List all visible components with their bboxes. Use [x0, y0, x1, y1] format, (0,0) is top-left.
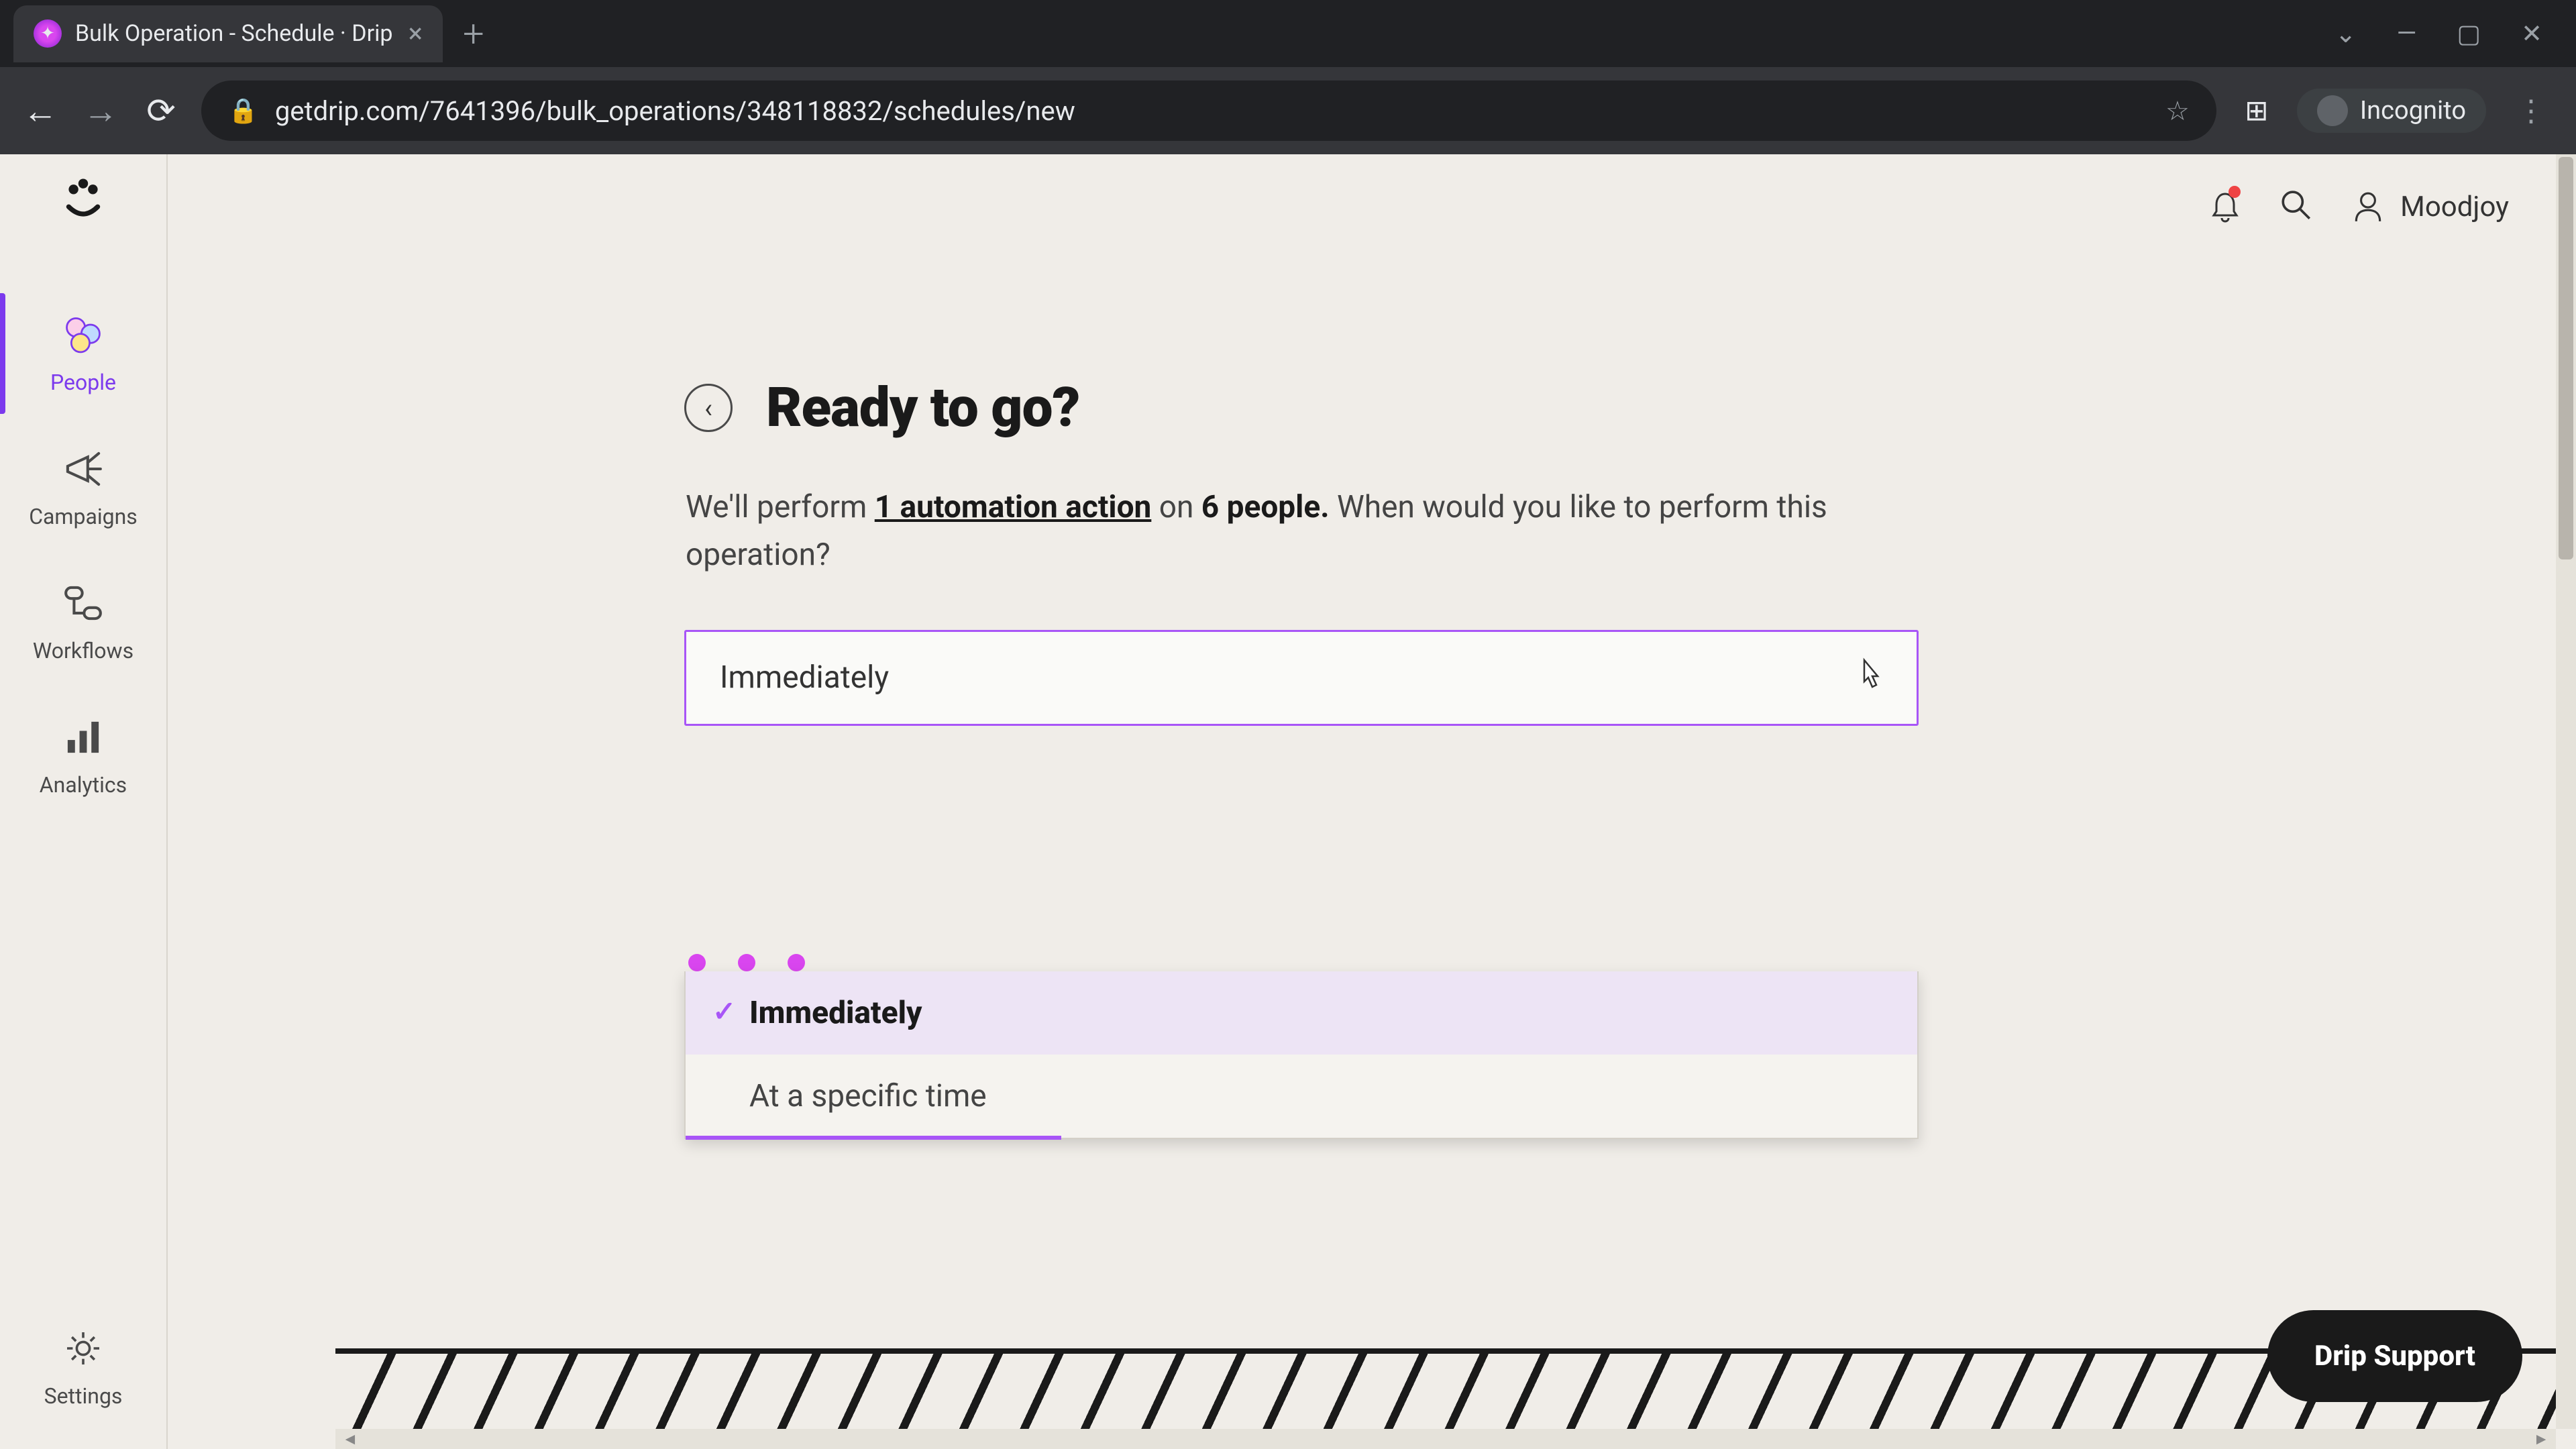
content: ‹ Ready to go? We'll perform 1 automatio… — [684, 376, 1919, 971]
incognito-badge[interactable]: Incognito — [2297, 89, 2486, 133]
progress-indicator — [686, 1136, 1061, 1140]
check-icon: ✓ — [712, 995, 736, 1028]
tab-bar: ✦ Bulk Operation - Schedule · Drip × + ⌄… — [0, 0, 2576, 67]
scroll-left-icon[interactable]: ◄ — [342, 1430, 358, 1449]
topbar: Moodjoy — [2208, 188, 2509, 225]
chrome-menu-icon[interactable]: ⋮ — [2506, 93, 2556, 128]
option-immediately[interactable]: ✓ Immediately — [686, 971, 1917, 1055]
new-tab-button[interactable]: + — [463, 11, 484, 56]
chevron-left-icon: ‹ — [704, 392, 712, 424]
people-count: 6 people. — [1201, 489, 1330, 525]
minimize-icon[interactable]: — — [2397, 19, 2417, 48]
lock-icon: 🔒 — [228, 97, 258, 125]
window-controls: ⌄ — ▢ ✕ — [2335, 19, 2563, 49]
back-nav-icon[interactable]: ← — [20, 91, 60, 131]
cursor-icon — [1854, 657, 1883, 698]
scroll-right-icon[interactable]: ► — [2533, 1430, 2549, 1449]
drip-logo-icon[interactable] — [59, 178, 107, 226]
option-label: Immediately — [749, 995, 922, 1031]
schedule-options: ✓ Immediately At a specific time — [684, 971, 1919, 1139]
schedule-dropdown: Immediately ✓ Immediately At a specific … — [684, 630, 1919, 971]
maximize-icon[interactable]: ▢ — [2457, 19, 2481, 49]
reload-icon[interactable]: ⟳ — [141, 91, 181, 131]
sidebar-item-analytics[interactable]: Analytics — [0, 689, 166, 823]
vertical-scrollbar[interactable] — [2556, 154, 2576, 1429]
step-dot — [788, 954, 805, 971]
forward-nav-icon: → — [80, 91, 121, 131]
notifications-button[interactable] — [2208, 190, 2242, 223]
sidebar-item-people[interactable]: People — [0, 286, 166, 421]
horizontal-scrollbar[interactable]: ◄ ► — [335, 1429, 2556, 1449]
option-specific-time[interactable]: At a specific time — [686, 1055, 1917, 1138]
search-button[interactable] — [2279, 188, 2314, 225]
workflows-icon — [60, 580, 106, 626]
sidebar: People Campaigns Workflows Analytics — [0, 154, 168, 1449]
decorative-footer — [335, 1348, 2576, 1429]
gear-icon — [60, 1326, 106, 1371]
page-title: Ready to go? — [766, 376, 1079, 440]
schedule-select[interactable]: Immediately — [684, 630, 1919, 726]
url-text: getdrip.com/7641396/bulk_operations/3481… — [275, 95, 1075, 127]
address-row: ← → ⟳ 🔒 getdrip.com/7641396/bulk_operati… — [0, 67, 2576, 154]
main-area: Moodjoy ‹ Ready to go? We'll perform 1 a… — [168, 154, 2576, 1449]
page-header: ‹ Ready to go? — [684, 376, 1919, 440]
address-bar[interactable]: 🔒 getdrip.com/7641396/bulk_operations/34… — [201, 80, 2216, 141]
sidebar-item-label: Workflows — [33, 638, 133, 663]
back-button[interactable]: ‹ — [684, 384, 733, 432]
option-label: At a specific time — [749, 1078, 987, 1114]
sidebar-item-label: Campaigns — [29, 504, 138, 529]
tab-title: Bulk Operation - Schedule · Drip — [75, 20, 392, 47]
incognito-label: Incognito — [2360, 96, 2466, 125]
app-viewport: People Campaigns Workflows Analytics — [0, 154, 2576, 1449]
browser-tab[interactable]: ✦ Bulk Operation - Schedule · Drip × — [13, 5, 443, 62]
sidebar-item-workflows[interactable]: Workflows — [0, 555, 166, 689]
sidebar-item-label: Analytics — [40, 772, 127, 798]
user-name: Moodjoy — [2400, 191, 2509, 223]
page-description: We'll perform 1 automation action on 6 p… — [684, 484, 1919, 580]
tab-close-icon[interactable]: × — [409, 20, 423, 47]
step-dots — [684, 954, 1919, 971]
sidebar-item-campaigns[interactable]: Campaigns — [0, 421, 166, 555]
sidebar-item-label: Settings — [44, 1383, 123, 1409]
sidebar-item-settings[interactable]: Settings — [0, 1300, 166, 1449]
step-dot — [688, 954, 706, 971]
browser-chrome: ✦ Bulk Operation - Schedule · Drip × + ⌄… — [0, 0, 2576, 154]
selected-value: Immediately — [720, 659, 889, 696]
tab-favicon-icon: ✦ — [34, 19, 62, 48]
automation-action-link[interactable]: 1 automation action — [875, 489, 1152, 525]
support-label: Drip Support — [2314, 1340, 2475, 1373]
step-dot — [738, 954, 755, 971]
scrollbar-thumb[interactable] — [2559, 157, 2573, 559]
support-button[interactable]: Drip Support — [2267, 1310, 2522, 1402]
tab-dropdown-icon[interactable]: ⌄ — [2335, 19, 2357, 49]
bookmark-star-icon[interactable]: ☆ — [2165, 95, 2190, 127]
people-icon — [60, 312, 106, 358]
megaphone-icon — [60, 446, 106, 492]
sidebar-item-label: People — [50, 370, 116, 395]
user-icon — [2351, 189, 2385, 224]
incognito-icon — [2317, 95, 2348, 126]
close-window-icon[interactable]: ✕ — [2521, 19, 2542, 49]
extensions-icon[interactable]: ⊞ — [2237, 94, 2277, 127]
user-menu[interactable]: Moodjoy — [2351, 189, 2509, 224]
analytics-icon — [60, 714, 106, 760]
